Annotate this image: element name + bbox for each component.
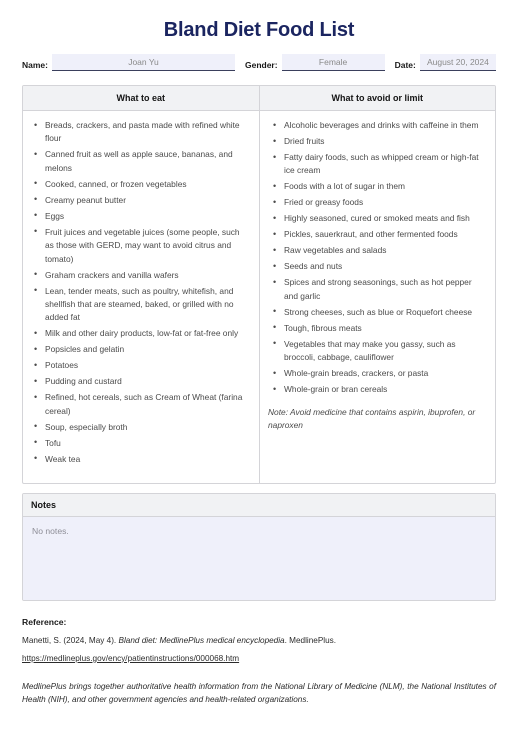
- reference-heading: Reference:: [22, 617, 67, 627]
- list-item: Graham crackers and vanilla wafers: [34, 268, 249, 282]
- gender-input[interactable]: Female: [281, 54, 385, 71]
- list-item: Milk and other dairy products, low-fat o…: [34, 327, 249, 341]
- list-item: Popsicles and gelatin: [34, 343, 249, 357]
- name-input[interactable]: Joan Yu: [51, 54, 235, 71]
- list-item: Fatty dairy foods, such as whipped cream…: [273, 151, 485, 178]
- eat-column: Breads, crackers, and pasta made with re…: [23, 111, 259, 483]
- food-table-header-row: What to eat What to avoid or limit: [23, 86, 495, 111]
- citation-suffix: . MedlinePlus.: [284, 636, 337, 645]
- patient-identity-row: Name: Joan Yu Gender: Female Date: Augus…: [22, 54, 496, 71]
- column-header-avoid: What to avoid or limit: [258, 86, 496, 110]
- name-label: Name:: [22, 60, 48, 70]
- list-item: Whole-grain breads, crackers, or pasta: [273, 367, 485, 381]
- avoid-list: Alcoholic beverages and drinks with caff…: [268, 118, 485, 397]
- list-item: Spices and strong seasonings, such as ho…: [273, 276, 485, 303]
- column-header-eat: What to eat: [116, 93, 166, 103]
- list-item: Weak tea: [34, 452, 249, 466]
- list-item: Foods with a lot of sugar in them: [273, 180, 485, 194]
- list-item: Canned fruit as well as apple sauce, ban…: [34, 148, 249, 175]
- list-item: Whole-grain or bran cereals: [273, 383, 485, 397]
- list-item: Seeds and nuts: [273, 260, 485, 274]
- date-label: Date:: [394, 60, 416, 70]
- list-item: Dried fruits: [273, 134, 485, 148]
- date-input[interactable]: August 20, 2024: [419, 54, 496, 71]
- list-item: Eggs: [34, 209, 249, 223]
- list-item: Lean, tender meats, such as poultry, whi…: [34, 284, 249, 325]
- list-item: Raw vegetables and salads: [273, 244, 485, 258]
- food-table: What to eat What to avoid or limit Bread…: [22, 85, 496, 484]
- avoid-column: Alcoholic beverages and drinks with caff…: [259, 111, 495, 483]
- list-item: Vegetables that may make you gassy, such…: [273, 337, 485, 365]
- page-title: Bland Diet Food List: [163, 19, 355, 41]
- list-item: Alcoholic beverages and drinks with caff…: [273, 118, 485, 132]
- list-item: Breads, crackers, and pasta made with re…: [34, 119, 249, 146]
- eat-list: Breads, crackers, and pasta made with re…: [29, 119, 249, 467]
- avoid-medicine-note: Note: Avoid medicine that contains aspir…: [268, 406, 476, 431]
- list-item: Soup, especially broth: [34, 420, 249, 434]
- gender-label: Gender:: [244, 60, 278, 70]
- list-item: Highly seasoned, cured or smoked meats a…: [273, 212, 485, 226]
- list-item: Fruit juices and vegetable juices (some …: [34, 225, 249, 266]
- reference-link[interactable]: https://medlineplus.gov/ency/patientinst…: [22, 653, 239, 666]
- list-item: Tofu: [34, 436, 249, 450]
- food-table-body: Breads, crackers, and pasta made with re…: [23, 111, 495, 483]
- list-item: Fried or greasy foods: [273, 196, 485, 210]
- document-page: Bland Diet Food List Name: Joan Yu Gende…: [0, 0, 518, 739]
- reference-citation: Manetti, S. (2024, May 4). Bland diet: M…: [22, 635, 496, 648]
- list-item: Cooked, canned, or frozen vegetables: [34, 177, 249, 191]
- citation-prefix: Manetti, S. (2024, May 4).: [22, 636, 119, 645]
- notes-panel: Notes No notes.: [22, 493, 496, 601]
- notes-header: Notes: [23, 494, 495, 517]
- citation-title: Bland diet: MedlinePlus medical encyclop…: [118, 636, 285, 645]
- list-item: Strong cheeses, such as blue or Roquefor…: [273, 305, 485, 319]
- list-item: Pudding and custard: [34, 375, 249, 389]
- notes-input[interactable]: No notes.: [23, 517, 495, 600]
- list-item: Tough, fibrous meats: [273, 321, 485, 335]
- list-item: Pickles, sauerkraut, and other fermented…: [273, 228, 485, 242]
- medlineplus-about-text: MedlinePlus brings together authoritativ…: [22, 681, 496, 704]
- list-item: Potatoes: [34, 359, 249, 373]
- list-item: Creamy peanut butter: [34, 193, 249, 207]
- reference-block: Reference: Manetti, S. (2024, May 4). Bl…: [22, 617, 496, 706]
- list-item: Refined, hot cereals, such as Cream of W…: [34, 391, 249, 418]
